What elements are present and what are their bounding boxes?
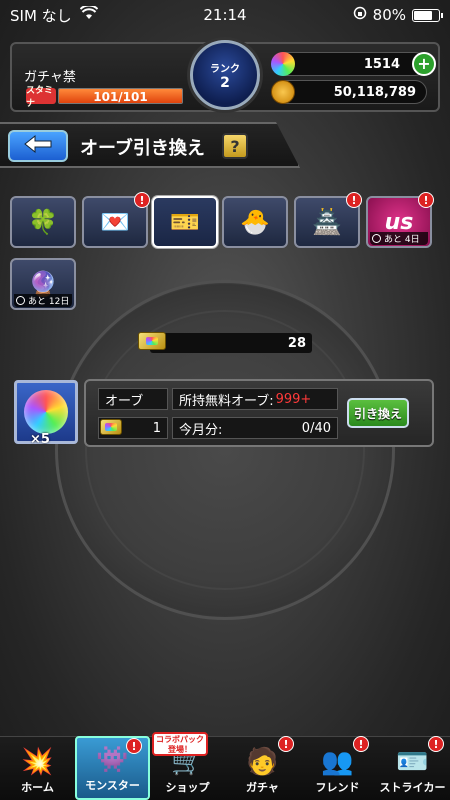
home-burst-icon: 💥 bbox=[21, 747, 54, 777]
nav-label: ガチャ bbox=[246, 781, 279, 794]
ticket-count-bar: 28 bbox=[150, 333, 312, 353]
ticket-cost: 1 bbox=[152, 420, 161, 436]
orb-ticket-icon bbox=[138, 332, 166, 350]
rank-badge[interactable]: ランク 2 bbox=[190, 40, 260, 110]
battery-fill bbox=[414, 10, 433, 20]
rank-label: ランク bbox=[210, 63, 240, 75]
nav-label: ストライカー bbox=[379, 781, 446, 794]
alert-badge: ! bbox=[428, 736, 444, 752]
stamina-value: 101/101 bbox=[93, 90, 148, 104]
friends-icon: 👥 bbox=[321, 747, 354, 777]
alert-badge: ! bbox=[353, 736, 369, 752]
item-tile[interactable]: 💌! bbox=[82, 192, 150, 248]
nav-item[interactable]: 🧑 ガチャ! bbox=[225, 736, 300, 800]
nav-item[interactable]: 💥 ホーム bbox=[0, 736, 75, 800]
page-title: オーブ引き換え bbox=[80, 138, 205, 159]
help-button[interactable]: ? bbox=[222, 133, 248, 159]
gold-counter: 50,118,789 bbox=[271, 80, 427, 104]
rainbow-orb-icon bbox=[24, 390, 68, 434]
striker-card-icon: 🪪 bbox=[396, 747, 429, 777]
orb-ticket-icon: 🎫 bbox=[170, 208, 200, 236]
gacha-character-icon: 🧑 bbox=[246, 747, 279, 777]
gold-coin-icon bbox=[271, 80, 295, 104]
alert-badge: ! bbox=[418, 192, 434, 208]
nav-label: モンスター bbox=[85, 779, 140, 792]
orb-counter: 1514 + bbox=[271, 52, 436, 76]
monthly-value: 0/40 bbox=[301, 420, 331, 436]
nav-item[interactable]: 🪪 ストライカー! bbox=[375, 736, 450, 800]
stamina-badge: スタミナ bbox=[26, 86, 56, 109]
item-tile[interactable]: us! あと 4日 bbox=[366, 192, 434, 248]
exchange-button[interactable]: 引き換え bbox=[347, 398, 409, 428]
battery-icon bbox=[412, 8, 443, 22]
alert-badge: ! bbox=[278, 736, 294, 752]
monthly-cell: 今月分: 0/40 bbox=[172, 417, 338, 439]
nav-label: ショップ bbox=[165, 781, 210, 794]
timer-text: あと 4日 bbox=[384, 235, 420, 245]
back-button[interactable] bbox=[8, 130, 68, 162]
free-orb-cell: 所持無料オーブ: 999+ bbox=[172, 388, 338, 410]
yellow-monster-icon: 🐣 bbox=[240, 208, 270, 236]
collab-pack-tag: コラボパック 登場！ bbox=[152, 732, 208, 756]
clock-icon bbox=[16, 296, 25, 305]
monster-icon: 👾 bbox=[96, 745, 129, 775]
rank-value: 2 bbox=[220, 74, 230, 91]
alert-badge: ! bbox=[134, 192, 150, 208]
heart-card-icon: 💌 bbox=[100, 208, 130, 236]
timer-label: あと 4日 bbox=[370, 232, 428, 245]
status-bar: SIM なし 21:14 80% bbox=[0, 0, 450, 30]
cost-ticket-icon bbox=[100, 419, 122, 435]
alert-badge: ! bbox=[126, 738, 142, 754]
clock-icon bbox=[372, 234, 381, 243]
clover-hat-icon: 🍀 bbox=[28, 208, 58, 236]
orb-count: 1514 bbox=[363, 56, 400, 72]
orb-multiplier: ×5 bbox=[30, 432, 50, 447]
us-logo-icon: us bbox=[384, 209, 414, 235]
timer-label: あと 12日 bbox=[14, 294, 72, 307]
item-tile[interactable]: 🔮 あと 12日 bbox=[10, 258, 76, 310]
clock: 21:14 bbox=[203, 6, 247, 24]
item-tile[interactable]: 🏯! bbox=[294, 192, 362, 248]
item-tile[interactable]: 🍀 bbox=[10, 196, 76, 248]
ticket-count: 28 bbox=[287, 335, 306, 351]
nav-label: フレンド bbox=[315, 781, 360, 794]
item-tile[interactable]: 🎫 bbox=[152, 196, 218, 248]
castle-box-icon: 🏯 bbox=[312, 208, 342, 236]
add-orbs-button[interactable]: + bbox=[412, 52, 436, 76]
gold-count: 50,118,789 bbox=[333, 84, 416, 100]
back-arrow-icon bbox=[23, 134, 53, 158]
monthly-label: 今月分: bbox=[179, 422, 223, 438]
free-orb-value: 999+ bbox=[275, 391, 312, 407]
nav-item[interactable]: 👥 フレンド! bbox=[300, 736, 375, 800]
free-orb-label: 所持無料オーブ: bbox=[179, 393, 274, 409]
alert-badge: ! bbox=[346, 192, 362, 208]
orb-icon bbox=[271, 52, 295, 76]
nav-label: ホーム bbox=[21, 781, 54, 794]
timer-text: あと 12日 bbox=[28, 297, 70, 307]
orb-name-cell: オーブ bbox=[98, 388, 168, 410]
nav-item[interactable]: 👾 モンスター! bbox=[75, 736, 150, 800]
item-tile[interactable]: 🐣 bbox=[222, 196, 288, 248]
